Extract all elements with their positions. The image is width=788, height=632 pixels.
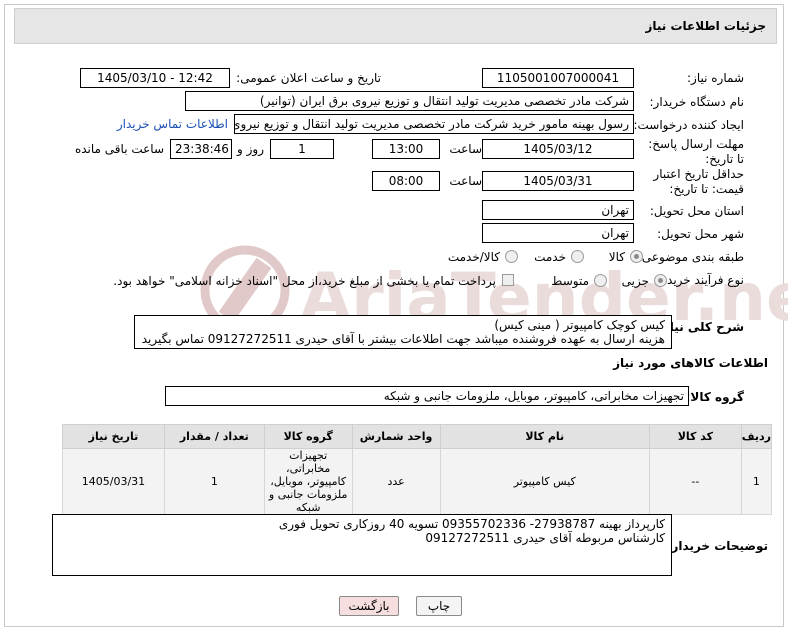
page-title: جزئیات اطلاعات نیاز <box>645 19 766 33</box>
creator-field[interactable]: رسول بهینه مامور خرید شرکت مادر تخصصی مد… <box>234 114 634 134</box>
col-row: ردیف <box>740 424 773 449</box>
need-number-label: شماره نیاز: <box>687 71 744 85</box>
city-field[interactable]: تهران <box>482 223 634 243</box>
price-deadline-label: حداقل تاریخ اعتبار قیمت: تا تاریخ: <box>653 167 744 196</box>
buyer-notes-line-2: کارشناس مربوطه آقای حیدری 09127272511 <box>425 531 665 545</box>
process-medium-text: متوسط <box>551 274 589 288</box>
buyer-notes-line-1: کارپرداز بهینه 27938787- 09355702336 تسو… <box>278 517 665 531</box>
buyer-org-field[interactable]: شرکت مادر تخصصی مدیریت تولید انتقال و تو… <box>185 91 634 111</box>
cell-name: کیس کامپیوتر <box>439 448 650 515</box>
buyer-contact-link[interactable]: اطلاعات تماس خریدار <box>117 117 228 131</box>
announce-label: تاریخ و ساعت اعلان عمومی: <box>236 71 381 85</box>
province-label: استان محل تحویل: <box>649 204 744 218</box>
cell-unit: عدد <box>351 448 441 515</box>
col-date: تاریخ نیاز <box>62 424 165 449</box>
process-partial-radio[interactable] <box>654 274 667 287</box>
need-number-field[interactable]: 1105001007000041 <box>482 68 634 88</box>
price-time-label: ساعت <box>449 174 482 188</box>
cell-group: تجهیزات مخابراتی، کامپیوتر، موبایل، ملزو… <box>263 448 353 515</box>
reply-deadline-label: مهلت ارسال پاسخ: تا تاریخ: <box>648 137 744 166</box>
treasury-payment-checkbox[interactable] <box>502 274 514 286</box>
items-table: ردیف کد کالا نام کالا واحد شمارش گروه کا… <box>62 424 773 515</box>
buyer-notes-field[interactable]: کارپرداز بهینه 27938787- 09355702336 تسو… <box>52 514 672 576</box>
buyer-org-label: نام دستگاه خریدار: <box>649 95 745 109</box>
goods-group-label: گروه کالا: <box>685 390 744 404</box>
category-service-radio[interactable] <box>571 250 584 263</box>
print-button[interactable]: چاپ <box>416 596 462 616</box>
goods-info-title: اطلاعات کالاهای مورد نیاز <box>613 356 768 370</box>
category-service-text: خدمت <box>534 250 566 264</box>
price-date-field[interactable]: 1405/03/31 <box>482 171 634 191</box>
buyer-notes-label: توضیحات خریدار: <box>666 539 768 553</box>
cell-date: 1405/03/31 <box>62 448 165 515</box>
process-type-label: نوع فرآیند خرید : <box>659 273 744 287</box>
back-button[interactable]: بازگشت <box>339 596 399 616</box>
table-row[interactable]: 1 -- کیس کامپیوتر عدد تجهیزات مخابراتی، … <box>62 448 773 515</box>
remaining-time-field[interactable]: 23:38:46 <box>170 139 232 159</box>
goods-group-field[interactable]: تجهیزات مخابراتی، کامپیوتر، موبایل، ملزو… <box>165 386 689 406</box>
reply-date-field[interactable]: 1405/03/12 <box>482 139 634 159</box>
col-name: نام کالا <box>439 424 650 449</box>
page-header: جزئیات اطلاعات نیاز <box>14 8 777 44</box>
process-medium-radio[interactable] <box>594 274 607 287</box>
col-quantity: تعداد / مقدار <box>163 424 265 449</box>
reply-time-field[interactable]: 13:00 <box>372 139 440 159</box>
creator-label: ایجاد کننده درخواست: <box>633 118 744 132</box>
reply-time-label: ساعت <box>449 142 482 156</box>
cell-quantity: 1 <box>163 448 265 515</box>
category-goods-text: کالا <box>608 250 625 264</box>
col-group: گروه کالا <box>263 424 353 449</box>
days-label: روز و <box>237 142 264 156</box>
col-code: کد کالا <box>649 424 742 449</box>
summary-field[interactable]: کیس کوچک کامپیوتر ( مینی کیس) هزینه ارسا… <box>134 315 672 349</box>
category-both-text: کالا/خدمت <box>447 250 500 264</box>
category-both-radio[interactable] <box>505 250 518 263</box>
category-goods-radio[interactable] <box>630 250 643 263</box>
cell-row: 1 <box>740 448 773 515</box>
col-unit: واحد شمارش <box>351 424 441 449</box>
summary-line-1: کیس کوچک کامپیوتر ( مینی کیس) <box>494 318 665 332</box>
remaining-time-label: ساعت باقی مانده <box>74 142 164 156</box>
category-label: طبقه بندی موضوعی: <box>637 250 744 264</box>
process-partial-text: جزیی <box>621 274 649 288</box>
price-time-field[interactable]: 08:00 <box>372 171 440 191</box>
items-table-header: ردیف کد کالا نام کالا واحد شمارش گروه کا… <box>62 424 773 449</box>
city-label: شهر محل تحویل: <box>657 227 744 241</box>
treasury-payment-note: پرداخت تمام یا بخشی از مبلغ خرید،از محل … <box>113 274 496 288</box>
province-field[interactable]: تهران <box>482 200 634 220</box>
announce-field[interactable]: 1405/03/10 - 12:42 <box>80 68 230 88</box>
cell-code: -- <box>649 448 742 515</box>
days-field[interactable]: 1 <box>270 139 334 159</box>
summary-line-2: هزینه ارسال به عهده فروشنده میباشد جهت ا… <box>141 332 665 346</box>
